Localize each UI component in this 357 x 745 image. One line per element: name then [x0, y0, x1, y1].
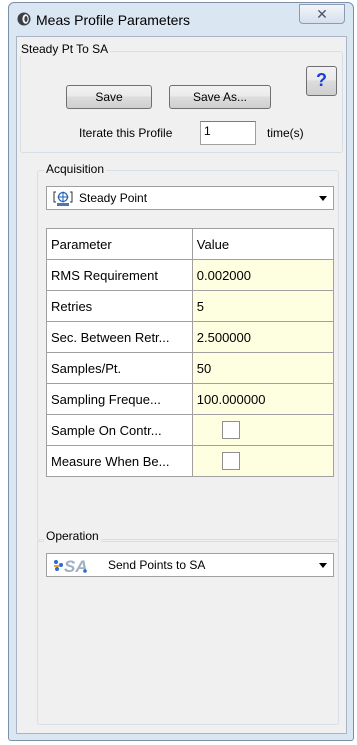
save-as-button[interactable]: Save As...: [169, 85, 271, 109]
parameter-value[interactable]: 0.002000: [191, 259, 335, 291]
sa-send-points-icon: SA: [54, 557, 88, 575]
parameter-table: Parameter Value RMS Requirement 0.002000…: [46, 228, 335, 477]
parameter-name: Sampling Freque...: [46, 383, 193, 415]
measure-when-checkbox[interactable]: [221, 452, 240, 470]
chevron-down-icon: [319, 563, 327, 568]
table-row: Measure When Be...: [46, 445, 335, 477]
save-button[interactable]: Save: [66, 85, 152, 109]
table-row: RMS Requirement 0.002000: [46, 259, 335, 291]
acquisition-group-label: Acquisition: [44, 162, 107, 176]
iterate-unit-label: time(s): [267, 126, 304, 140]
table-row: Sampling Freque... 100.000000: [46, 383, 335, 415]
column-header-value: Value: [191, 228, 335, 260]
help-button[interactable]: ?: [306, 66, 337, 96]
dialog-window: Meas Profile Parameters ✕ Steady Pt To S…: [8, 2, 354, 741]
parameter-name: Samples/Pt.: [46, 352, 193, 384]
table-row: Samples/Pt. 50: [46, 352, 335, 384]
help-icon: ?: [316, 70, 327, 90]
parameter-value[interactable]: 100.000000: [191, 383, 335, 415]
table-row: Sample On Contr...: [46, 414, 335, 446]
operation-selected-value: Send Points to SA: [108, 558, 206, 572]
close-icon: ✕: [316, 6, 328, 22]
acquisition-select[interactable]: Steady Point: [46, 186, 334, 210]
parameter-name: RMS Requirement: [46, 259, 193, 291]
dialog-body: Steady Pt To SA Save Save As... ? Iterat…: [16, 36, 347, 734]
profile-group-label: Steady Pt To SA: [19, 42, 111, 56]
app-icon: [17, 12, 31, 26]
close-button[interactable]: ✕: [299, 4, 345, 24]
iterate-count-input[interactable]: 1: [200, 121, 256, 145]
table-header-row: Parameter Value: [46, 228, 335, 260]
column-header-parameter: Parameter: [46, 228, 193, 260]
operation-group-label: Operation: [44, 529, 101, 543]
parameter-name: Measure When Be...: [46, 445, 193, 477]
parameter-value[interactable]: 5: [191, 290, 335, 322]
chevron-down-icon: [319, 196, 327, 201]
window-title: Meas Profile Parameters: [36, 12, 191, 28]
parameter-name: Sec. Between Retr...: [46, 321, 193, 353]
steady-point-icon: [53, 191, 73, 206]
parameter-value-cell: [191, 445, 335, 477]
table-row: Retries 5: [46, 290, 335, 322]
parameter-value-cell: [191, 414, 335, 446]
parameter-value[interactable]: 50: [191, 352, 335, 384]
parameter-name: Sample On Contr...: [46, 414, 193, 446]
sample-on-contact-checkbox[interactable]: [221, 421, 240, 439]
operation-select[interactable]: SA Send Points to SA: [46, 553, 334, 577]
acquisition-selected-value: Steady Point: [79, 191, 148, 205]
parameter-name: Retries: [46, 290, 193, 322]
table-row: Sec. Between Retr... 2.500000: [46, 321, 335, 353]
parameter-value[interactable]: 2.500000: [191, 321, 335, 353]
iterate-label: Iterate this Profile: [79, 126, 173, 140]
title-bar[interactable]: Meas Profile Parameters ✕: [9, 3, 353, 33]
